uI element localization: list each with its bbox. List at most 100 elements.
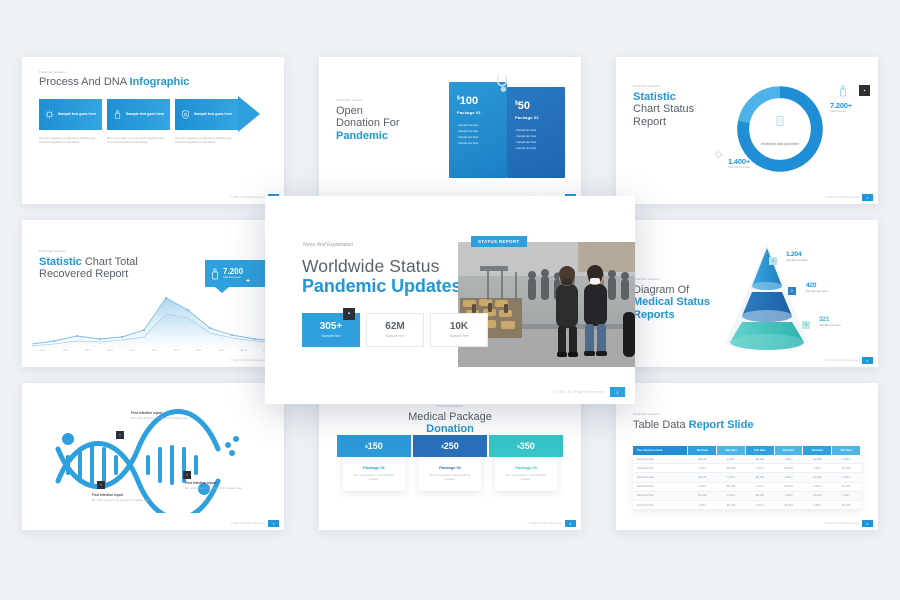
table-cell: 1,283.2 — [687, 500, 717, 511]
table-cell: Insert Text Here — [633, 472, 688, 483]
package-card-1[interactable]: $150 Package 01 But I must explain to yo… — [337, 435, 411, 491]
table-cell: 1,283.2 — [802, 482, 832, 492]
callout-text: 7.200 Total Recovered — [223, 268, 243, 280]
stat-caption: Total confirmed case — [728, 166, 750, 169]
dna-marker-2-icon: ▪ — [97, 481, 105, 489]
table-cell: 1,283.2 — [687, 482, 717, 492]
dna-marker-3-icon: ▪ — [183, 471, 191, 479]
street-crowd-photo — [458, 242, 635, 367]
slide-dna-infection-report[interactable]: ▪ First infection report But I must expl… — [22, 383, 284, 530]
slide-header: Protection measure Process And DNA Infog… — [39, 71, 189, 88]
x-tick: Jan 5 — [129, 350, 135, 352]
title-accent: Infographic — [129, 76, 190, 88]
page-number: 8 — [565, 520, 576, 527]
page-number: 6 — [862, 357, 873, 364]
table-cell: $11,283 — [716, 463, 746, 474]
process-step-2-caption: But I must explain to you how all this m… — [107, 137, 164, 144]
page-number: 1 — [610, 387, 625, 397]
table-cell: $11,283 — [831, 482, 861, 492]
table-cell: Insert Text Here — [633, 500, 688, 511]
package-1-desc: But I must explain to you how all this m… — [353, 474, 395, 482]
eyebrow-label: Protection measure — [633, 85, 660, 88]
report-document-icon — [776, 116, 784, 126]
slide-open-donation[interactable]: Protection measure Open Donation For Pan… — [319, 57, 581, 204]
chart-callout: 7.200 Total Recovered + — [205, 260, 271, 293]
process-arrow: Sample text goes here Sample text goes h… — [39, 96, 271, 132]
stat-card-3[interactable]: 10K Sample text — [430, 313, 488, 347]
table-row[interactable]: Insert Text Here 1,283.2 $11,283 1,283.2… — [633, 482, 861, 492]
eyebrow-label: Protection measure — [633, 278, 660, 281]
cone-chip-1: 1 — [769, 257, 777, 265]
table-cell: Insert Text Here — [633, 455, 688, 465]
table-row[interactable]: Insert Text Here $11,283 1,283.2 $11,283… — [633, 491, 861, 501]
process-step-2-label: Sample text goes here — [126, 112, 165, 117]
table-cell: Insert Text Here — [633, 491, 688, 501]
table-cell: 1,283.2 — [716, 472, 746, 483]
process-step-1[interactable]: Sample text goes here — [39, 99, 102, 130]
cone-chip-2: 2 — [788, 287, 796, 295]
table-cell: Insert Text Here — [633, 463, 688, 474]
title-accent: Report Slide — [688, 419, 754, 431]
stat-value: 1.400+ — [728, 157, 750, 166]
title-accent: Donation — [426, 423, 474, 436]
package-card-2[interactable]: $250 Package 02 But I must explain to yo… — [413, 435, 487, 491]
stat-value: 305+ — [319, 320, 343, 332]
table-col-header: Text Here — [774, 446, 804, 455]
table-cell: $11,283 — [687, 491, 717, 501]
data-table[interactable]: Your Text Goes Here Text Here Text Here … — [633, 446, 861, 511]
table-cell: $11,283 — [745, 472, 775, 483]
stat-total-recovered: 7.200+ Total recovered — [830, 101, 852, 113]
featured-marker-icon: ▪ — [343, 308, 355, 320]
featured-slide-worldwide-status[interactable]: News And Explanation Worldwide Status Pa… — [265, 196, 635, 404]
slide-medical-package-donation[interactable]: Protection measure Medical Package Donat… — [319, 383, 581, 530]
stat-card-2[interactable]: 62M Sample text — [366, 313, 424, 347]
cone-value: 321 — [819, 316, 830, 323]
pricing-card-2[interactable]: $50 Package 02 Sample text here Sample t… — [507, 87, 565, 178]
slide-table-data-report[interactable]: Protection measure Table Data Report Sli… — [616, 383, 878, 530]
slide-diagram-medical-status[interactable]: Protection measure Diagram Of Medical St… — [616, 220, 878, 367]
table-row[interactable]: Insert Text Here $11,283 1,283.2 $11,283… — [633, 472, 861, 483]
package-2-desc: But I must explain to you how all this m… — [429, 474, 471, 482]
slide-header: Protection measure Table Data Report Sli… — [633, 413, 753, 431]
virus-icon — [45, 110, 54, 119]
table-row[interactable]: Insert Text Here $11,283 1,283.2 $11,283… — [633, 455, 861, 465]
process-step-3[interactable]: Sample text goes here — [175, 99, 238, 130]
table-cell: $11,283 — [802, 472, 832, 483]
table-header-row: Your Text Goes Here Text Here Text Here … — [633, 446, 861, 455]
slide-footer: © 2022 All Rights Reserved 6 — [825, 357, 873, 364]
process-step-3-label: Sample text goes here — [194, 112, 233, 117]
table-cell: 1,283.2 — [831, 472, 861, 483]
slide-footer: © 2022 All Rights Reserved 4 — [825, 194, 873, 201]
title-plain: Table Data — [633, 419, 689, 431]
cone-caption: Sample text here — [806, 289, 828, 293]
package-card-3[interactable]: $350 Package 03 But I must explain to yo… — [489, 435, 563, 491]
table-row[interactable]: Insert Text Here 1,283.2 $11,283 1,283.2… — [633, 463, 861, 474]
slide-statistic-total-recovered[interactable]: Protection measure Statistic Chart Total… — [22, 220, 284, 367]
shield-icon — [181, 110, 190, 119]
area-chart — [32, 297, 277, 348]
process-step-2[interactable]: Sample text goes here — [107, 99, 170, 130]
note-body: But I must explain to you how all this m… — [131, 416, 189, 420]
cone-caption: Sample text here — [786, 258, 808, 262]
copyright-label: © 2022 All Rights Reserved — [824, 196, 859, 199]
dna-note-3: First infection report But I must explai… — [185, 481, 245, 491]
x-tick: Jan 3 — [84, 350, 91, 352]
slide-statistic-chart-status[interactable]: Protection measure Statistic Chart Statu… — [616, 57, 878, 204]
cone-value: 420 — [806, 282, 817, 289]
pricing-card-1[interactable]: $100 Package 01 Sample text here Sample … — [449, 82, 507, 178]
title-line-1: Medical Package — [408, 411, 492, 423]
table-row[interactable]: Insert Text Here 1,283.2 $11,283 1,283.2… — [633, 500, 861, 511]
table-cell: $11,283 — [831, 500, 861, 511]
slide-process-and-dna[interactable]: Protection measure Process And DNA Infog… — [22, 57, 284, 204]
x-tick: Jan 6 — [151, 350, 158, 352]
x-tick: Jan 4 — [107, 350, 113, 352]
stat-total-confirmed: 1.400+ Total confirmed case — [684, 157, 750, 169]
table-cell: 1,283.2 — [831, 455, 861, 465]
stat-value: 7.200+ — [830, 101, 852, 110]
arrow-head-icon — [238, 96, 260, 132]
table-col-header: Text Here — [687, 446, 718, 455]
slide-header: Protection measure Statistic Chart Statu… — [633, 85, 694, 128]
title-line-2: Chart Status — [633, 103, 695, 116]
page-title: Process And DNA Infographic — [39, 76, 189, 88]
note-title: First infection report — [92, 493, 124, 497]
